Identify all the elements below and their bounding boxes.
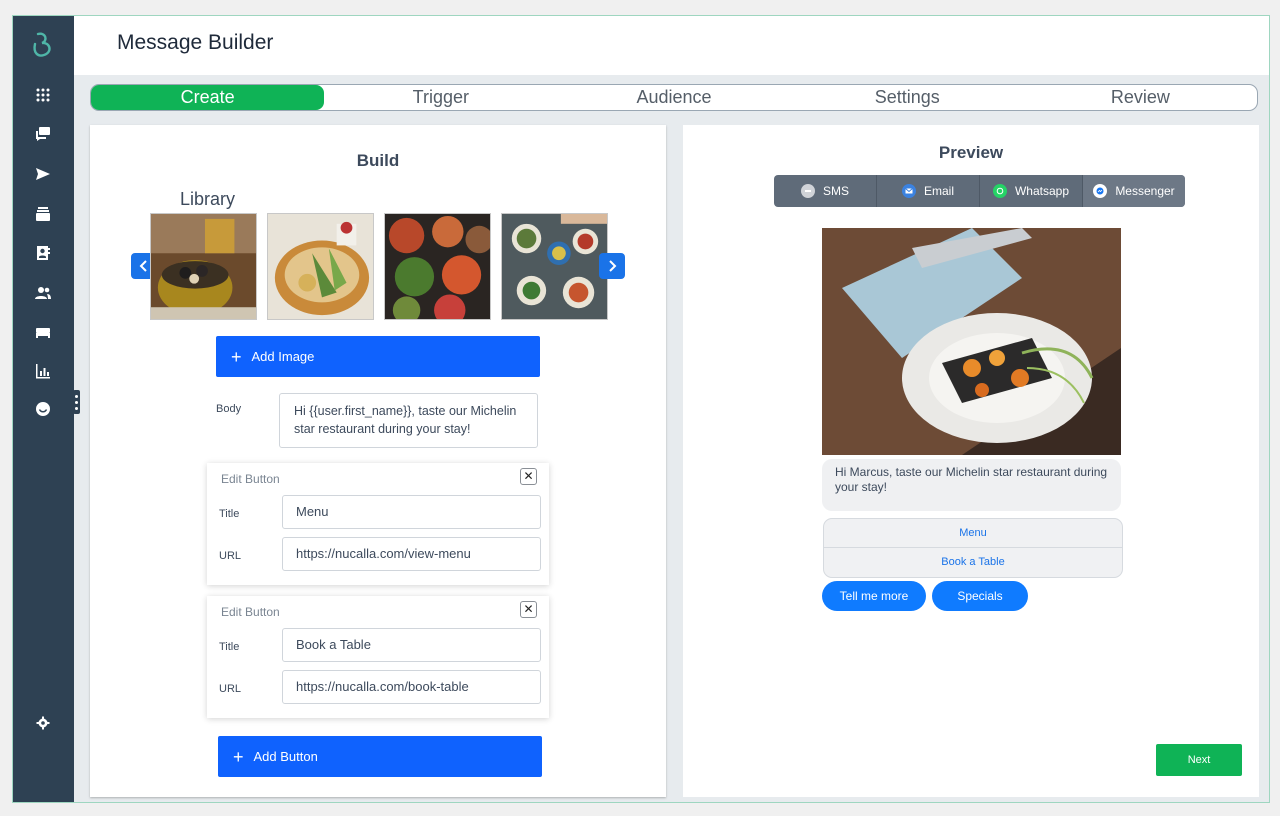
page-header: Message Builder: [74, 16, 1269, 75]
library-image-3[interactable]: [384, 213, 491, 320]
title-label: Title: [219, 508, 240, 520]
preview-title: Preview: [938, 143, 1004, 162]
page-title: Message Builder: [117, 31, 274, 54]
url-label: URL: [219, 683, 242, 695]
title-label: Title: [219, 641, 240, 653]
button-title-input[interactable]: Menu: [282, 495, 541, 529]
book-table-button[interactable]: Book a Table: [824, 548, 1122, 577]
sidebar: [13, 16, 74, 802]
analytics-icon[interactable]: [32, 360, 54, 382]
plus-icon: +: [233, 746, 244, 767]
preview-panel: Preview SMS Email Whatsapp Messenger Hi …: [683, 125, 1259, 797]
chevron-right-icon: [609, 260, 617, 272]
library-next-button[interactable]: [599, 253, 625, 279]
message-bubble: Hi Marcus, taste our Michelin star resta…: [822, 459, 1121, 511]
preview-image: [822, 228, 1121, 455]
channel-email[interactable]: Email: [877, 175, 980, 207]
library-label: Library: [180, 189, 236, 209]
add-button-button[interactable]: + Add Button: [218, 736, 542, 777]
settings-icon[interactable]: [32, 712, 54, 734]
add-image-label: Add Image: [251, 349, 315, 364]
contacts-icon[interactable]: [32, 242, 54, 264]
channel-label: SMS: [822, 184, 849, 198]
bed-icon[interactable]: [32, 321, 54, 343]
chevron-left-icon: [139, 260, 147, 272]
library-image-2[interactable]: [267, 213, 374, 320]
step-review[interactable]: Review: [1024, 85, 1257, 110]
add-button-label: Add Button: [253, 749, 318, 764]
channel-messenger[interactable]: Messenger: [1083, 175, 1185, 207]
edit-button-card: Edit Button ✕ Title Menu URL https://nuc…: [207, 463, 549, 585]
channel-selector: SMS Email Whatsapp Messenger: [774, 175, 1185, 207]
whatsapp-icon: [992, 184, 1007, 198]
channel-whatsapp[interactable]: Whatsapp: [980, 175, 1083, 207]
library-image-1[interactable]: [150, 213, 257, 320]
app-frame: Message Builder Create Trigger Audience …: [12, 15, 1270, 803]
button-url-input[interactable]: https://nucalla.com/book-table: [282, 670, 541, 704]
edit-button-header: Edit Button: [221, 605, 280, 619]
channel-label: Whatsapp: [1014, 184, 1070, 198]
tell-me-more-button[interactable]: Tell me more: [822, 581, 926, 611]
menu-button[interactable]: Menu: [824, 519, 1122, 548]
close-icon[interactable]: ✕: [520, 468, 537, 485]
sms-icon: [800, 184, 815, 198]
specials-button[interactable]: Specials: [932, 581, 1028, 611]
button-title-input[interactable]: Book a Table: [282, 628, 541, 662]
body-label: Body: [216, 403, 242, 415]
apps-grid-icon[interactable]: [32, 84, 54, 106]
close-icon[interactable]: ✕: [520, 601, 537, 618]
inbox-icon[interactable]: [32, 203, 54, 225]
build-panel: Build Library + Add Image Body Hi {{user…: [90, 125, 666, 797]
smiley-icon[interactable]: [32, 398, 54, 420]
edit-button-card: Edit Button ✕ Title Book a Table URL htt…: [207, 596, 549, 718]
library-image-4[interactable]: [501, 213, 608, 320]
button-url-input[interactable]: https://nucalla.com/view-menu: [282, 537, 541, 571]
send-icon[interactable]: [32, 163, 54, 185]
plus-icon: +: [231, 346, 242, 367]
message-buttons: Menu Book a Table: [823, 518, 1123, 578]
step-settings[interactable]: Settings: [791, 85, 1024, 110]
edit-button-header: Edit Button: [221, 472, 280, 486]
app-logo: [33, 32, 51, 57]
step-trigger[interactable]: Trigger: [324, 85, 557, 110]
users-icon[interactable]: [32, 282, 54, 304]
body-textarea[interactable]: Hi {{user.first_name}}, taste our Michel…: [279, 393, 538, 448]
email-icon: [901, 184, 916, 198]
add-image-button[interactable]: + Add Image: [216, 336, 540, 377]
step-create[interactable]: Create: [91, 85, 325, 110]
step-audience[interactable]: Audience: [557, 85, 790, 110]
messages-icon[interactable]: [32, 123, 54, 145]
build-title: Build: [356, 151, 400, 170]
sidebar-resize-handle[interactable]: [73, 390, 80, 414]
channel-sms[interactable]: SMS: [774, 175, 877, 207]
channel-label: Messenger: [1115, 184, 1175, 198]
stepper: Create Trigger Audience Settings Review: [90, 84, 1258, 111]
url-label: URL: [219, 550, 242, 562]
channel-label: Email: [923, 184, 954, 198]
next-button[interactable]: Next: [1156, 744, 1242, 776]
messenger-icon: [1093, 184, 1108, 198]
